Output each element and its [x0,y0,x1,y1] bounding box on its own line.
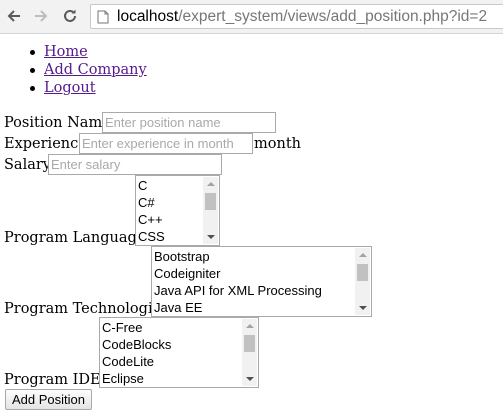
scroll-thumb[interactable] [244,335,255,352]
scroll-thumb[interactable] [205,193,216,210]
program-technologies-label: Program Technologies [4,301,169,317]
nav-item-add-company: Add Company [30,61,147,79]
back-arrow-icon [7,10,20,22]
reload-button[interactable] [60,6,80,26]
nav-item-logout: Logout [30,79,96,97]
add-company-link[interactable]: Add Company [44,62,147,78]
position-name-label: Position Name [4,115,111,131]
technology-option[interactable]: Bootstrap [154,248,210,265]
url-text: localhost/expert_system/views/add_positi… [117,8,487,26]
reload-icon [64,9,76,22]
program-ides-select[interactable]: C-Free CodeBlocks CodeLite Eclipse [99,317,259,388]
browser-toolbar: localhost/expert_system/views/add_positi… [0,0,503,34]
scroll-down-icon[interactable] [207,235,215,239]
add-position-button[interactable]: Add Position [5,389,92,410]
scroll-up-icon[interactable] [207,182,215,186]
logout-link[interactable]: Logout [44,80,96,96]
salary-label: Salary [4,157,51,173]
address-bar[interactable]: localhost/expert_system/views/add_positi… [90,4,503,29]
ide-option[interactable]: C-Free [102,319,142,336]
ide-option[interactable]: CodeBlocks [102,336,171,353]
experience-input[interactable] [79,133,253,154]
position-name-input[interactable] [102,112,276,133]
experience-unit-label: month [254,136,301,152]
language-option[interactable]: C [138,177,147,194]
languages-scrollbar[interactable] [203,177,218,244]
scroll-up-icon[interactable] [359,253,367,257]
scroll-up-icon[interactable] [246,324,254,328]
url-path: /expert_system/views/add_position.php?id… [178,8,488,25]
language-option[interactable]: CSS [138,228,165,245]
page-icon [97,10,109,24]
scroll-thumb[interactable] [357,264,368,281]
technologies-scrollbar[interactable] [355,248,370,315]
experience-label: Experience [4,136,87,152]
home-link[interactable]: Home [44,44,88,60]
back-button[interactable] [4,6,24,26]
technology-option[interactable]: Codeigniter [154,265,221,282]
program-technologies-select[interactable]: Bootstrap Codeigniter Java API for XML P… [151,246,372,317]
scroll-down-icon[interactable] [246,377,254,381]
ide-option[interactable]: CodeLite [102,353,154,370]
technology-option[interactable]: Java EE [154,299,202,316]
program-languages-select[interactable]: C C# C++ CSS [135,175,220,246]
technology-option[interactable]: Java API for XML Processing [154,282,322,299]
language-option[interactable]: C# [138,194,155,211]
program-languages-label: Program Languages [4,230,153,246]
scroll-down-icon[interactable] [359,306,367,310]
ides-scrollbar[interactable] [242,319,257,386]
salary-input[interactable] [48,154,222,175]
forward-arrow-icon [35,10,48,22]
program-ides-label: Program IDEs [4,372,109,388]
url-host: localhost [117,8,179,25]
language-option[interactable]: C++ [138,211,163,228]
nav-item-home: Home [30,43,88,61]
ide-option[interactable]: Eclipse [102,370,144,387]
forward-button[interactable] [31,6,51,26]
